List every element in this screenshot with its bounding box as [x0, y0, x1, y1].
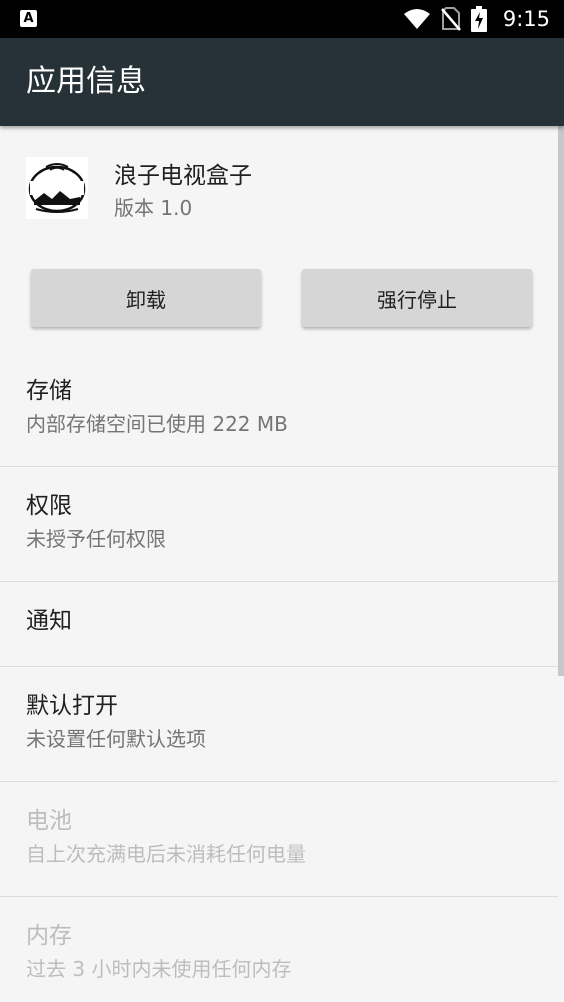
pref-summary: 未授予任何权限 — [26, 527, 166, 551]
pref-title: 通知 — [26, 608, 72, 634]
notification-icon: A — [20, 10, 37, 27]
app-bar: 应用信息 — [0, 38, 564, 126]
pref-title: 默认打开 — [26, 693, 118, 719]
pref-title: 存储 — [26, 378, 72, 404]
wifi-icon — [403, 9, 430, 29]
page-title: 应用信息 — [26, 64, 146, 99]
app-version: 版本 1.0 — [114, 196, 193, 220]
uninstall-button[interactable]: 卸载 — [31, 269, 261, 327]
pref-summary: 内部存储空间已使用 222 MB — [26, 412, 288, 436]
pref-open-by-default[interactable]: 默认打开 未设置任何默认选项 — [0, 667, 564, 781]
pref-battery: 电池 自上次充满电后未消耗任何电量 — [0, 782, 564, 896]
app-logo-icon — [26, 157, 88, 219]
app-icon — [26, 157, 88, 219]
pref-summary: 自上次充满电后未消耗任何电量 — [26, 842, 306, 866]
app-header: 浪子电视盒子 版本 1.0 — [0, 126, 564, 250]
pref-permissions[interactable]: 权限 未授予任何权限 — [0, 467, 564, 581]
app-info-content[interactable]: 浪子电视盒子 版本 1.0 卸载 强行停止 存储 内部存储空间已使用 222 M… — [0, 126, 564, 1002]
status-bar: A 9:15 — [0, 0, 564, 38]
pref-summary: 未设置任何默认选项 — [26, 727, 206, 751]
app-name: 浪子电视盒子 — [114, 163, 252, 189]
no-sim-icon — [440, 7, 461, 31]
pref-storage[interactable]: 存储 内部存储空间已使用 222 MB — [0, 352, 564, 466]
status-icons: 9:15 — [403, 0, 550, 38]
pref-title: 权限 — [26, 493, 72, 519]
clock: 9:15 — [502, 7, 550, 31]
pref-memory: 内存 过去 3 小时内未使用任何内存 — [0, 897, 564, 1002]
pref-summary: 过去 3 小时内未使用任何内存 — [26, 957, 292, 981]
pref-title: 电池 — [26, 808, 72, 834]
force-stop-button[interactable]: 强行停止 — [302, 269, 532, 327]
pref-title: 内存 — [26, 923, 72, 949]
battery-charging-icon — [470, 6, 487, 32]
pref-notifications[interactable]: 通知 — [0, 582, 564, 666]
